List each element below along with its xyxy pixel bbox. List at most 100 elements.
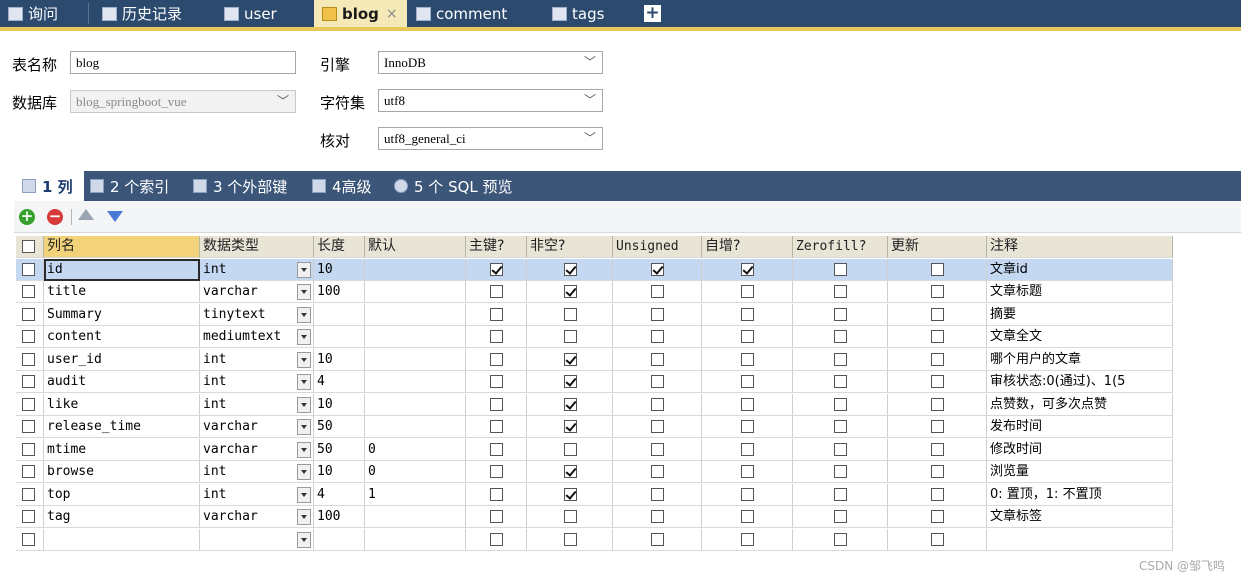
cell-uns[interactable]	[613, 483, 702, 506]
checkbox-pk[interactable]	[490, 307, 503, 321]
checkbox-uns[interactable]	[651, 330, 664, 343]
tab-comment[interactable]: comment	[408, 0, 538, 27]
row-select-checkbox[interactable]	[22, 397, 35, 411]
cell-name[interactable]: like	[44, 393, 200, 416]
cell-len[interactable]: 10	[314, 393, 365, 416]
checkbox-zf[interactable]	[834, 285, 847, 298]
checkbox-ai[interactable]	[741, 510, 754, 523]
header-cell-zf[interactable]: Zerofill?	[793, 236, 888, 258]
cell-nn[interactable]	[527, 371, 613, 393]
cell-pk[interactable]	[466, 483, 527, 506]
checkbox-pk[interactable]	[490, 330, 503, 343]
cell-zf[interactable]	[793, 438, 888, 461]
checkbox-zf[interactable]	[834, 487, 847, 501]
cell-upd[interactable]	[888, 281, 987, 303]
checkbox-uns[interactable]	[651, 307, 664, 321]
cell-upd[interactable]	[888, 528, 987, 551]
cell-type[interactable]: mediumtext	[200, 326, 314, 348]
cell-def[interactable]	[365, 528, 466, 551]
cell-ai[interactable]	[702, 506, 793, 528]
checkbox-upd[interactable]	[931, 397, 944, 411]
cell-zf[interactable]	[793, 303, 888, 326]
checkbox-zf[interactable]	[834, 352, 847, 366]
row-select-checkbox[interactable]	[22, 352, 35, 366]
cell-nn[interactable]	[527, 303, 613, 326]
checkbox-uns[interactable]	[651, 262, 664, 276]
row-select-cell[interactable]	[16, 303, 44, 326]
type-dropdown-icon[interactable]	[297, 531, 311, 548]
checkbox-upd[interactable]	[931, 352, 944, 366]
cell-type[interactable]: int	[200, 348, 314, 371]
checkbox-uns[interactable]	[651, 285, 664, 298]
row-select-cell[interactable]	[16, 461, 44, 483]
checkbox-zf[interactable]	[834, 510, 847, 523]
cell-uns[interactable]	[613, 461, 702, 483]
cell-pk[interactable]	[466, 348, 527, 371]
checkbox-nn[interactable]	[564, 510, 577, 523]
row-select-checkbox[interactable]	[22, 532, 35, 546]
checkbox-ai[interactable]	[741, 487, 754, 501]
checkbox-upd[interactable]	[931, 442, 944, 456]
checkbox-ai[interactable]	[741, 352, 754, 366]
cell-def[interactable]	[365, 393, 466, 416]
cell-def[interactable]: 0	[365, 438, 466, 461]
checkbox-upd[interactable]	[931, 330, 944, 343]
cell-def[interactable]	[365, 258, 466, 281]
checkbox-uns[interactable]	[651, 487, 664, 501]
cell-zf[interactable]	[793, 528, 888, 551]
row-select-checkbox[interactable]	[22, 510, 35, 523]
checkbox-nn[interactable]	[564, 420, 577, 433]
checkbox-uns[interactable]	[651, 397, 664, 411]
type-dropdown-icon[interactable]	[297, 261, 311, 278]
cell-type[interactable]: varchar	[200, 506, 314, 528]
row-select-cell[interactable]	[16, 393, 44, 416]
cell-zf[interactable]	[793, 258, 888, 281]
table-row[interactable]: id int 10 文章id	[16, 258, 1173, 282]
header-cell-len[interactable]: 长度	[314, 236, 365, 258]
checkbox-nn[interactable]	[564, 397, 577, 411]
cell-nn[interactable]	[527, 461, 613, 483]
checkbox-zf[interactable]	[834, 375, 847, 388]
checkbox-pk[interactable]	[490, 510, 503, 523]
checkbox-uns[interactable]	[651, 465, 664, 478]
header-cell-name[interactable]: 列名	[44, 236, 200, 258]
cell-name[interactable]: audit	[44, 371, 200, 393]
checkbox-zf[interactable]	[834, 330, 847, 343]
tab-user[interactable]: user	[216, 0, 312, 27]
cell-pk[interactable]	[466, 528, 527, 551]
checkbox-pk[interactable]	[490, 465, 503, 478]
type-dropdown-icon[interactable]	[297, 509, 311, 525]
cell-ai[interactable]	[702, 258, 793, 281]
row-select-checkbox[interactable]	[22, 285, 35, 298]
checkbox-uns[interactable]	[651, 510, 664, 523]
cell-upd[interactable]	[888, 303, 987, 326]
header-cell-ai[interactable]: 自增?	[702, 236, 793, 258]
cell-def[interactable]: 0	[365, 461, 466, 483]
row-select-checkbox[interactable]	[22, 262, 35, 276]
row-select-cell[interactable]	[16, 483, 44, 506]
cell-def[interactable]	[365, 326, 466, 348]
cell-uns[interactable]	[613, 281, 702, 303]
cell-type[interactable]: int	[200, 258, 314, 281]
cell-len[interactable]: 50	[314, 438, 365, 461]
row-select-cell[interactable]	[16, 438, 44, 461]
cell-upd[interactable]	[888, 416, 987, 438]
row-select-cell[interactable]	[16, 281, 44, 303]
row-select-checkbox[interactable]	[22, 487, 35, 501]
cell-ai[interactable]	[702, 281, 793, 303]
row-select-cell[interactable]	[16, 258, 44, 281]
checkbox-nn[interactable]	[564, 352, 577, 366]
table-row[interactable]: like int 10 点赞数，可多次点赞	[16, 393, 1173, 417]
cell-ai[interactable]	[702, 483, 793, 506]
row-select-checkbox[interactable]	[22, 465, 35, 478]
row-select-cell[interactable]	[16, 326, 44, 348]
cell-pk[interactable]	[466, 303, 527, 326]
cell-type[interactable]	[200, 528, 314, 551]
cell-ai[interactable]	[702, 303, 793, 326]
header-cell-upd[interactable]: 更新	[888, 236, 987, 258]
checkbox-upd[interactable]	[931, 262, 944, 276]
checkbox-ai[interactable]	[741, 375, 754, 388]
cell-len[interactable]: 10	[314, 348, 365, 371]
cell-def[interactable]	[365, 348, 466, 371]
checkbox-pk[interactable]	[490, 397, 503, 411]
